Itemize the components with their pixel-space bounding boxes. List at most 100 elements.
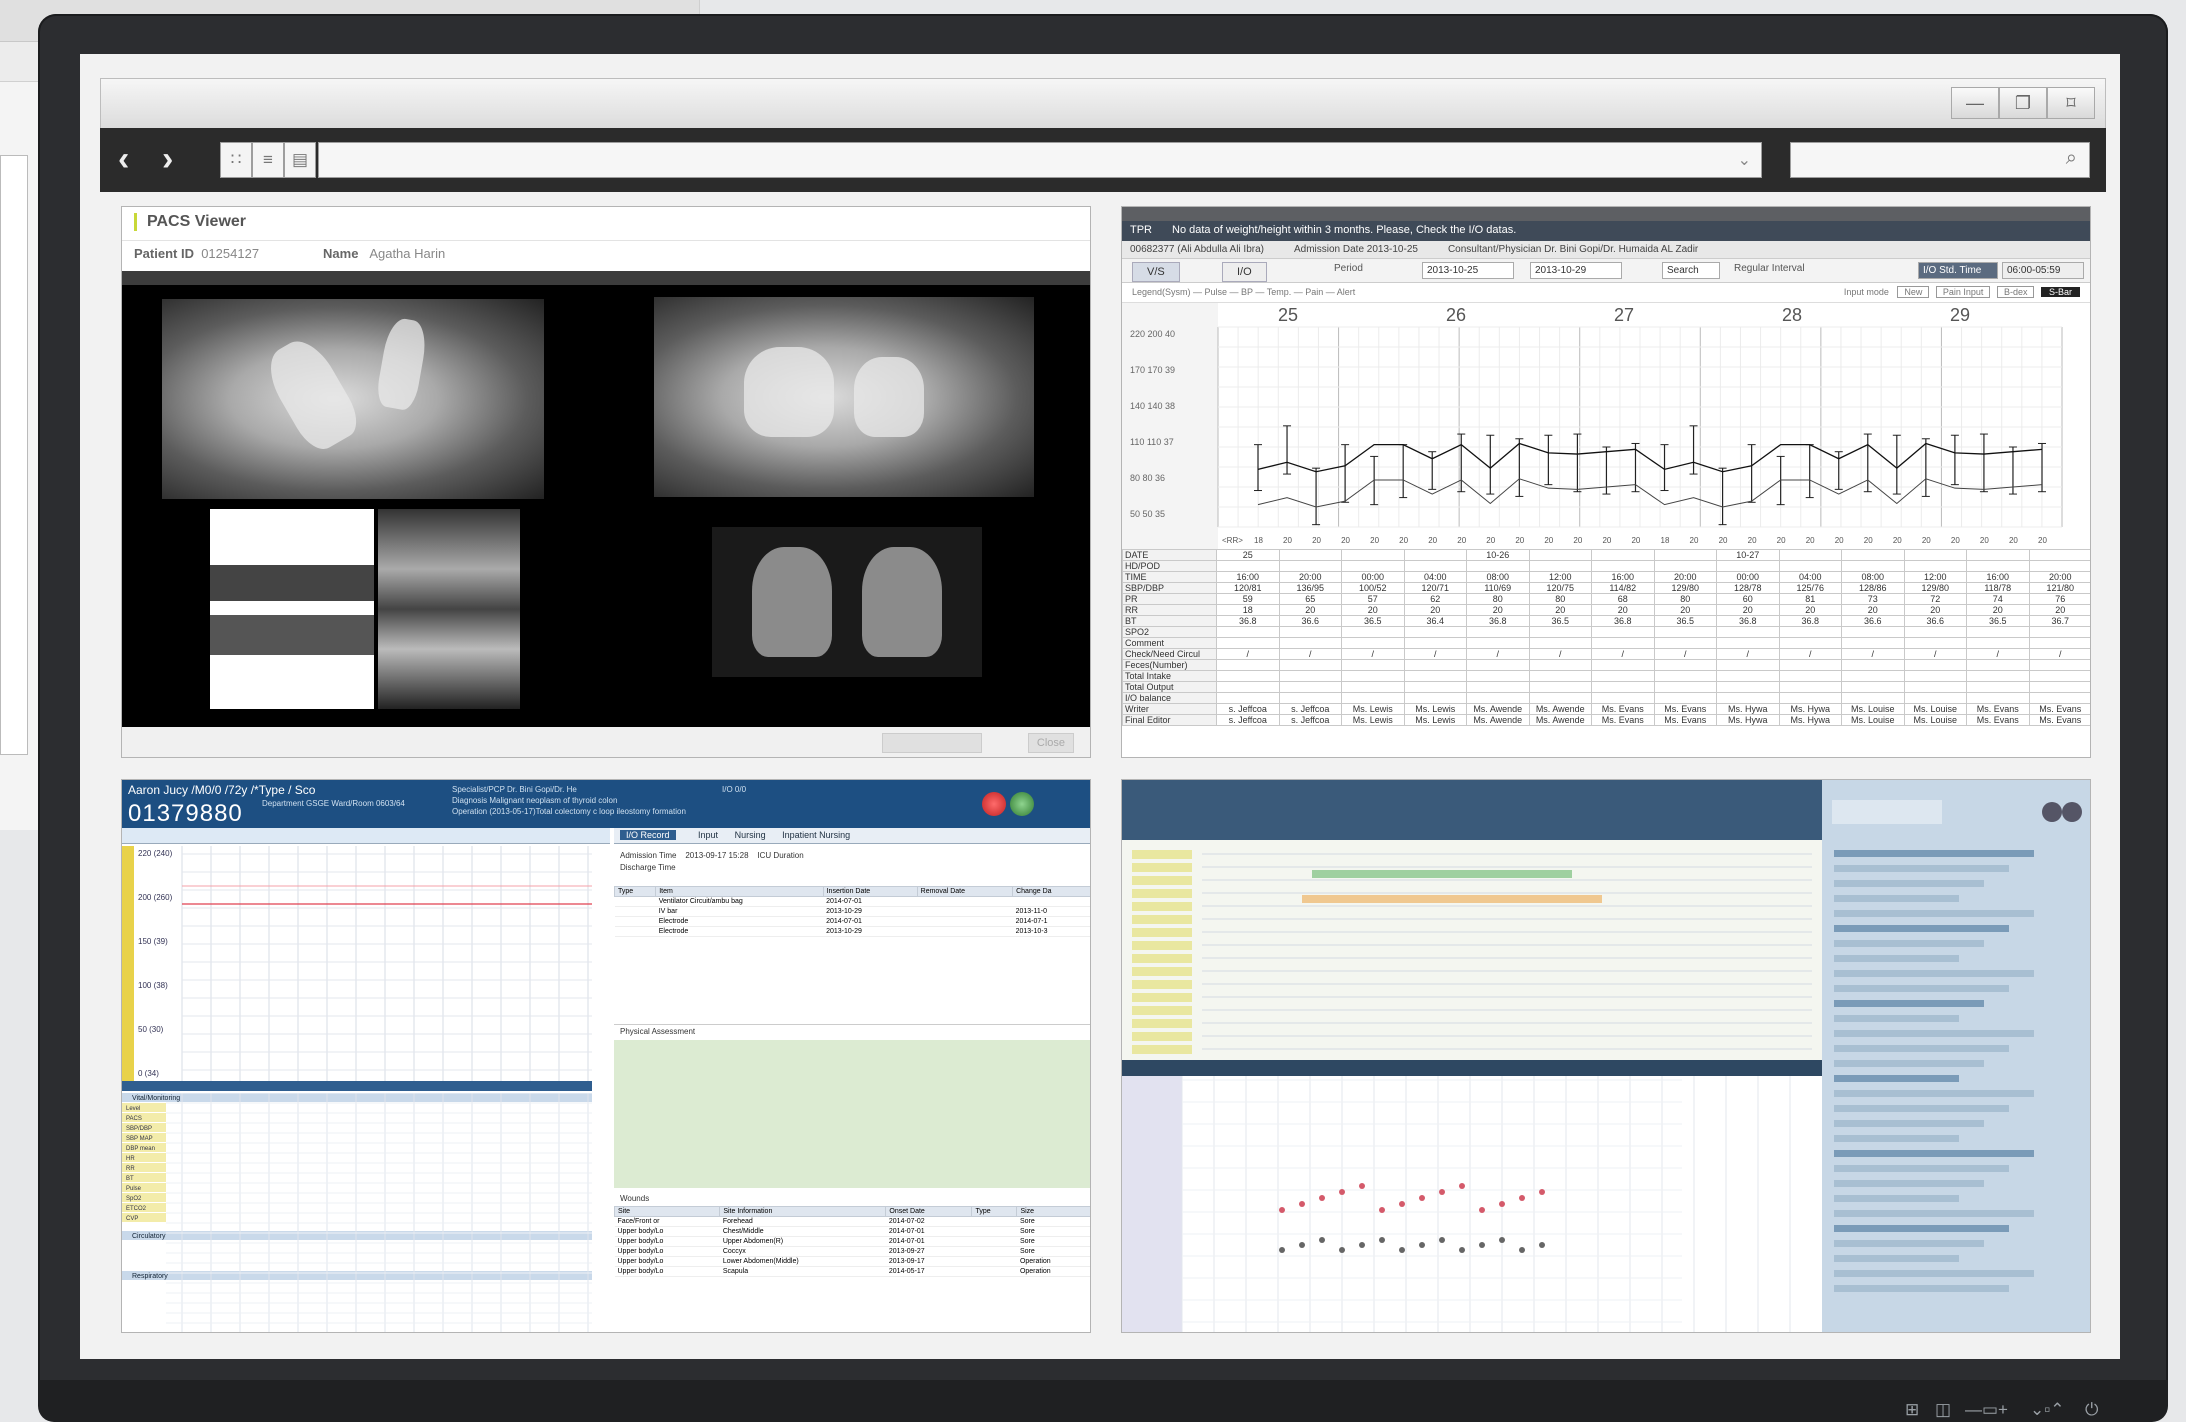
tpr-cell[interactable]: / bbox=[1216, 648, 1280, 660]
tpr-cell[interactable]: 20 bbox=[1403, 604, 1467, 616]
tpr-cell[interactable] bbox=[1278, 549, 1342, 561]
tpr-cell[interactable]: 10-26 bbox=[1466, 549, 1530, 561]
tpr-cell[interactable]: 36.7 bbox=[2028, 615, 2090, 627]
tpr-cell[interactable]: 74 bbox=[1966, 593, 2030, 605]
tpr-cell[interactable]: 12:00 bbox=[1528, 571, 1592, 583]
monitor-minus-icon[interactable]: —▭+ bbox=[1965, 1400, 2008, 1420]
tpr-cell[interactable]: 20:00 bbox=[2028, 571, 2090, 583]
tpr-cell[interactable] bbox=[1591, 637, 1655, 649]
tpr-cell[interactable] bbox=[1841, 659, 1905, 671]
tpr-cell[interactable]: 36.6 bbox=[1903, 615, 1967, 627]
tpr-cell[interactable]: 80 bbox=[1466, 593, 1530, 605]
tpr-cell[interactable]: 80 bbox=[1528, 593, 1592, 605]
tpr-cell[interactable]: Ms. Louise bbox=[1841, 714, 1905, 726]
tpr-cell[interactable] bbox=[1403, 670, 1467, 682]
tpr-cell[interactable] bbox=[1903, 681, 1967, 693]
tpr-cell[interactable]: Ms. Awende bbox=[1528, 703, 1592, 715]
tpr-cell[interactable] bbox=[1591, 549, 1655, 561]
tpr-cell[interactable] bbox=[1216, 670, 1280, 682]
tpr-cell[interactable]: 36.8 bbox=[1716, 615, 1780, 627]
sbar-button[interactable]: S-Bar bbox=[2040, 287, 2080, 297]
document-icon[interactable]: ▤ bbox=[284, 142, 316, 178]
tpr-cell[interactable] bbox=[1653, 681, 1717, 693]
close-button[interactable]: Close bbox=[1027, 733, 1074, 753]
back-icon[interactable]: ‹ bbox=[118, 140, 129, 179]
tpr-cell[interactable] bbox=[2028, 637, 2090, 649]
monitor-input-icon[interactable]: ⊞ bbox=[1905, 1400, 1919, 1420]
tpr-cell[interactable] bbox=[1528, 637, 1592, 649]
tpr-cell[interactable] bbox=[1716, 681, 1780, 693]
tpr-cell[interactable] bbox=[1778, 692, 1842, 704]
tpr-cell[interactable] bbox=[1466, 670, 1530, 682]
tpr-cell[interactable] bbox=[1966, 560, 2030, 572]
tpr-cell[interactable]: Ms. Evans bbox=[2028, 703, 2090, 715]
tpr-cell[interactable]: Ms. Evans bbox=[1966, 714, 2030, 726]
tpr-cell[interactable]: 110/69 bbox=[1466, 582, 1530, 594]
tpr-cell[interactable]: / bbox=[1966, 648, 2030, 660]
grid-icon[interactable]: ∷ bbox=[220, 142, 252, 178]
tpr-cell[interactable]: 20 bbox=[2028, 604, 2090, 616]
tpr-cell[interactable] bbox=[1466, 626, 1530, 638]
tpr-cell[interactable]: 80 bbox=[1653, 593, 1717, 605]
tpr-cell[interactable]: 36.5 bbox=[1966, 615, 2030, 627]
tpr-cell[interactable] bbox=[1653, 626, 1717, 638]
tpr-cell[interactable] bbox=[1403, 626, 1467, 638]
search-input[interactable]: ⌕ bbox=[1790, 142, 2090, 178]
tpr-cell[interactable] bbox=[1466, 637, 1530, 649]
tpr-cell[interactable]: 20 bbox=[1778, 604, 1842, 616]
xray-viewport[interactable] bbox=[122, 285, 1090, 727]
tpr-cell[interactable] bbox=[1903, 637, 1967, 649]
date-from-field[interactable]: 2013-10-25 bbox=[1422, 262, 1514, 279]
tpr-cell[interactable] bbox=[1216, 692, 1280, 704]
tpr-cell[interactable] bbox=[1341, 626, 1405, 638]
tpr-cell[interactable] bbox=[1278, 637, 1342, 649]
tpr-cell[interactable]: / bbox=[1341, 648, 1405, 660]
tpr-cell[interactable] bbox=[1841, 692, 1905, 704]
tpr-cell[interactable]: Ms. Awende bbox=[1466, 703, 1530, 715]
tpr-cell[interactable]: s. Jeffcoa bbox=[1216, 703, 1280, 715]
tpr-cell[interactable]: 129/80 bbox=[1653, 582, 1717, 594]
tpr-cell[interactable]: / bbox=[1466, 648, 1530, 660]
tpr-cell[interactable] bbox=[1528, 560, 1592, 572]
tpr-cell[interactable]: / bbox=[1278, 648, 1342, 660]
tpr-cell[interactable] bbox=[1278, 560, 1342, 572]
tpr-cell[interactable]: 12:00 bbox=[1903, 571, 1967, 583]
tpr-cell[interactable] bbox=[1903, 659, 1967, 671]
tpr-cell[interactable]: 20 bbox=[1466, 604, 1530, 616]
tpr-cell[interactable] bbox=[1528, 670, 1592, 682]
tpr-cell[interactable] bbox=[1216, 560, 1280, 572]
tpr-cell[interactable]: / bbox=[1778, 648, 1842, 660]
tpr-cell[interactable]: / bbox=[1591, 648, 1655, 660]
tpr-cell[interactable]: / bbox=[2028, 648, 2090, 660]
tpr-cell[interactable]: Ms. Hywa bbox=[1778, 703, 1842, 715]
date-to-field[interactable]: 2013-10-29 bbox=[1530, 262, 1622, 279]
tpr-cell[interactable]: 128/78 bbox=[1716, 582, 1780, 594]
tpr-cell[interactable] bbox=[1403, 549, 1467, 561]
restore-icon[interactable]: ❐ bbox=[1999, 87, 2047, 119]
table-row[interactable]: Upper body/Lo Coccyx 2013-09-27 Sore bbox=[614, 1246, 1090, 1257]
tpr-cell[interactable] bbox=[1841, 560, 1905, 572]
tpr-cell[interactable] bbox=[1966, 670, 2030, 682]
search-button[interactable]: Search bbox=[1662, 262, 1720, 279]
tpr-cell[interactable]: 65 bbox=[1278, 593, 1342, 605]
vital-signs-chart[interactable]: 220 200 40 170 170 39 140 140 38 110 110 37… bbox=[1122, 303, 2090, 549]
tpr-cell[interactable] bbox=[1841, 626, 1905, 638]
tpr-cell[interactable]: Ms. Hywa bbox=[1778, 714, 1842, 726]
tpr-cell[interactable]: Ms. Evans bbox=[1966, 703, 2030, 715]
tpr-cell[interactable]: s. Jeffcoa bbox=[1278, 714, 1342, 726]
tpr-cell[interactable] bbox=[1966, 637, 2030, 649]
tpr-cell[interactable]: s. Jeffcoa bbox=[1216, 714, 1280, 726]
tpr-cell[interactable] bbox=[1841, 681, 1905, 693]
tpr-cell[interactable] bbox=[1591, 670, 1655, 682]
tpr-cell[interactable] bbox=[1653, 549, 1717, 561]
tpr-cell[interactable]: Ms. Evans bbox=[2028, 714, 2090, 726]
physical-assessment-area[interactable] bbox=[614, 1040, 1090, 1188]
tpr-cell[interactable]: 73 bbox=[1841, 593, 1905, 605]
tpr-cell[interactable]: 04:00 bbox=[1403, 571, 1467, 583]
tpr-cell[interactable]: 36.6 bbox=[1841, 615, 1905, 627]
tpr-cell[interactable]: Ms. Louise bbox=[1841, 703, 1905, 715]
tpr-cell[interactable] bbox=[1403, 637, 1467, 649]
tpr-cell[interactable]: 114/82 bbox=[1591, 582, 1655, 594]
tpr-cell[interactable] bbox=[1278, 626, 1342, 638]
tpr-cell[interactable]: 25 bbox=[1216, 549, 1280, 561]
